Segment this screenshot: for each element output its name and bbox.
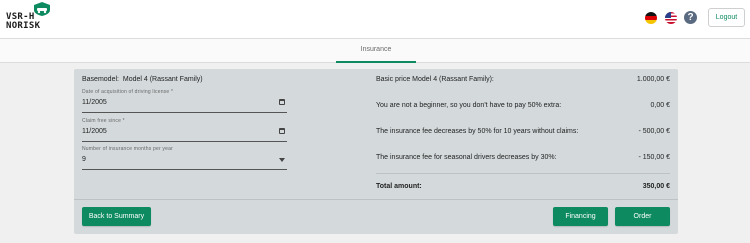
total-separator xyxy=(376,173,670,174)
claim-free-label: Claim free since * xyxy=(82,118,125,124)
license-date-field[interactable]: Date of acquisition of driving license *… xyxy=(82,89,287,113)
top-navigation-bar: VSR-H NORISK ? Logout xyxy=(0,0,750,39)
insurance-months-value[interactable]: 9 xyxy=(82,156,86,163)
order-button[interactable]: Order xyxy=(615,207,670,226)
insurance-months-label: Number of insurance months per year xyxy=(82,146,173,152)
seasonal-discount-label: The insurance fee for seasonal drivers d… xyxy=(376,154,557,161)
insurance-card: Basemodel: Model 4 (Rassant Family) Date… xyxy=(74,69,678,234)
beginner-surcharge-value: 0,00 € xyxy=(650,102,670,109)
calendar-icon[interactable] xyxy=(279,128,285,134)
tab-insurance[interactable]: Insurance xyxy=(336,39,416,63)
logout-button[interactable]: Logout xyxy=(708,8,745,27)
flag-germany-icon[interactable] xyxy=(645,12,657,24)
license-date-label: Date of acquisition of driving license * xyxy=(82,89,174,95)
logo-text-line-2: NORISK xyxy=(6,21,41,31)
basic-price-value: 1.000,00 € xyxy=(636,76,670,83)
insurance-months-select[interactable]: Number of insurance months per year 9 xyxy=(82,146,287,170)
logo-text: VSR-H NORISK xyxy=(6,13,40,31)
total-amount-label: Total amount: xyxy=(376,183,422,190)
basic-price-label: Basic price Model 4 (Rassant Family): xyxy=(376,76,494,83)
license-date-value[interactable]: 11/2005 xyxy=(82,99,107,106)
chevron-down-icon[interactable] xyxy=(279,158,285,162)
back-to-summary-button[interactable]: Back to Summary xyxy=(82,207,151,226)
flag-us-icon[interactable] xyxy=(665,12,677,24)
active-tab-indicator xyxy=(336,61,416,63)
card-divider xyxy=(74,199,678,200)
vsr-h-norisk-logo[interactable]: VSR-H NORISK xyxy=(6,2,52,34)
total-amount-value: 350,00 € xyxy=(642,183,670,190)
claim-free-discount-label: The insurance fee decreases by 50% for 1… xyxy=(376,128,579,135)
beginner-surcharge-label: You are not a beginner, so you don't hav… xyxy=(376,102,562,109)
claim-free-value[interactable]: 11/2005 xyxy=(82,128,107,135)
claim-free-discount-value: - 500,00 € xyxy=(638,128,670,135)
help-icon[interactable]: ? xyxy=(684,11,697,24)
financing-button[interactable]: Financing xyxy=(553,207,608,226)
basemodel-label: Basemodel: xyxy=(82,76,119,83)
basemodel-value: Model 4 (Rassant Family) xyxy=(122,76,203,83)
calendar-icon[interactable] xyxy=(279,99,285,105)
claim-free-since-field[interactable]: Claim free since * 11/2005 xyxy=(82,118,287,142)
basemodel-line: Basemodel: Model 4 (Rassant Family) xyxy=(82,76,203,83)
seasonal-discount-value: - 150,00 € xyxy=(638,154,670,161)
tab-bar: Insurance xyxy=(0,39,750,63)
